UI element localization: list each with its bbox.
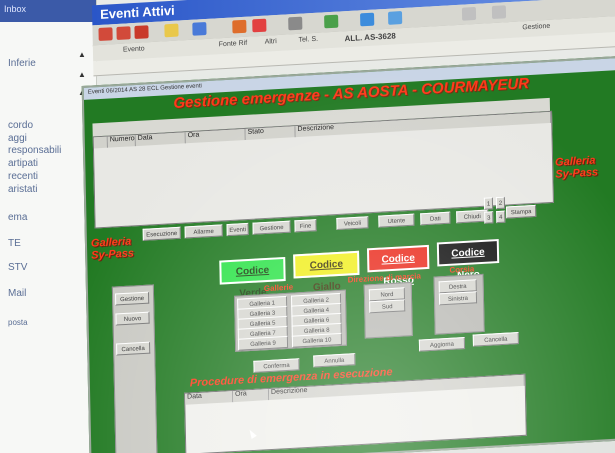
tab-button[interactable]: Gestione xyxy=(252,220,291,235)
nav-item[interactable]: Inferie xyxy=(8,58,36,69)
tab-button[interactable]: Stampa xyxy=(506,204,537,219)
codice-nero-button[interactable]: Codice Nero xyxy=(436,238,500,281)
nav-item[interactable]: ema xyxy=(8,212,27,223)
tab-button[interactable]: Dati xyxy=(420,211,451,226)
nav-item[interactable]: STV xyxy=(8,262,27,273)
pager-button[interactable]: 3 xyxy=(484,211,494,224)
alert-icon[interactable] xyxy=(98,27,113,42)
pager-button[interactable]: 1 xyxy=(483,197,494,210)
small-action-button[interactable]: Annulla xyxy=(313,353,356,368)
folder-icon[interactable] xyxy=(164,23,179,38)
codice-verde-button[interactable]: Codice Verde xyxy=(219,256,286,300)
nav-item[interactable]: aristati xyxy=(8,184,37,195)
direction-button[interactable]: Sud xyxy=(369,299,406,314)
side-button[interactable]: Cancella xyxy=(116,341,151,356)
ribbon-label: Evento xyxy=(122,45,145,54)
window-icon[interactable] xyxy=(388,11,403,25)
side-button[interactable]: Gestione xyxy=(115,291,150,306)
right-tunnel-label-line2: Sy-Pass xyxy=(555,166,599,181)
close-icon[interactable] xyxy=(134,25,149,39)
nav-item[interactable]: TE xyxy=(8,238,21,249)
emergency-form-window: Eventi 06/2014 AS 28 ECL Gestione eventi… xyxy=(81,55,615,453)
nav-item[interactable]: cordo xyxy=(8,120,33,131)
monitor-photo: Inbox Inferie ▲ ▲ ▲ cordo aggi responsab… xyxy=(0,0,615,453)
grid-header-cell xyxy=(93,136,108,149)
nav-item[interactable]: Mail xyxy=(8,288,26,299)
grid-icon[interactable] xyxy=(360,12,375,27)
tab-button[interactable]: Veicoli xyxy=(336,216,369,231)
search-icon[interactable] xyxy=(461,6,477,21)
nav-item[interactable]: aggi xyxy=(8,133,27,144)
left-tunnel-label: Galleria Sy-Pass xyxy=(91,235,141,262)
ribbon-label: Tel. S. xyxy=(298,35,319,44)
small-action-button[interactable]: Aggiorna xyxy=(418,337,466,352)
nav-item[interactable]: recenti xyxy=(8,171,38,182)
grid-header-cell[interactable]: Numero xyxy=(107,135,136,148)
grid-header-cell[interactable]: Stato xyxy=(245,126,296,140)
small-action-button[interactable]: Cancella xyxy=(472,332,519,347)
tab-button[interactable]: Utente xyxy=(378,213,415,228)
tab-button[interactable]: Allarme xyxy=(184,224,223,239)
right-tunnel-label: Galleria Sy-Pass xyxy=(555,153,615,180)
direzione-group: Nord Sud xyxy=(363,281,413,339)
pager-button[interactable]: 4 xyxy=(496,210,506,224)
tab-button[interactable]: Esecuzione xyxy=(142,226,181,241)
check-icon[interactable] xyxy=(324,14,339,29)
corsia-group: Destra Sinistra xyxy=(433,273,485,335)
gallerie-group-title: Gallerie xyxy=(263,282,294,294)
side-button[interactable]: Nuovo xyxy=(115,311,150,326)
tool-icon[interactable] xyxy=(288,16,303,31)
nav-item[interactable]: posta xyxy=(8,318,28,327)
alert-icon[interactable] xyxy=(116,26,131,41)
corsia-group-title: Corsia xyxy=(449,264,475,275)
application-window: Eventi Attivi Evento Fonte Rif Altri Tel… xyxy=(80,0,615,453)
nav-item[interactable]: responsabili xyxy=(8,145,61,156)
codice-rosso-button[interactable]: Codice Rosso xyxy=(366,244,430,287)
grid-header-cell[interactable]: Data xyxy=(135,132,186,147)
lane-button[interactable]: Sinistra xyxy=(438,291,478,306)
tab-button[interactable]: Eventi xyxy=(226,222,249,237)
left-tunnel-label-line2: Sy-Pass xyxy=(91,247,135,262)
ribbon-label: Altri xyxy=(264,38,277,46)
document-icon[interactable] xyxy=(232,19,247,34)
send-icon[interactable] xyxy=(192,21,207,36)
grid-header-cell[interactable]: Ora xyxy=(185,128,246,144)
ribbon-label: Fonte Rif xyxy=(218,39,248,49)
nav-item[interactable]: artipati xyxy=(8,158,38,169)
add-icon[interactable] xyxy=(252,18,267,33)
help-icon[interactable] xyxy=(491,5,507,20)
pager-button[interactable]: 2 xyxy=(495,196,506,210)
ribbon-label: ALL. AS-3628 xyxy=(344,31,396,44)
tab-button[interactable]: Fine xyxy=(294,219,317,233)
grid-header-cell[interactable]: Ora xyxy=(233,389,270,403)
gallery-button[interactable]: Galleria 9 xyxy=(237,335,289,351)
gallery-button[interactable]: Galleria 10 xyxy=(291,332,342,348)
gallerie-group: Galleria 1 Galleria 2 Galleria 3 Galleri… xyxy=(234,289,348,352)
grid-header-cell[interactable]: Data xyxy=(185,391,234,405)
ribbon-label[interactable]: Gestione xyxy=(522,23,550,32)
side-button-panel: Gestione Nuovo Cancella xyxy=(111,284,158,453)
